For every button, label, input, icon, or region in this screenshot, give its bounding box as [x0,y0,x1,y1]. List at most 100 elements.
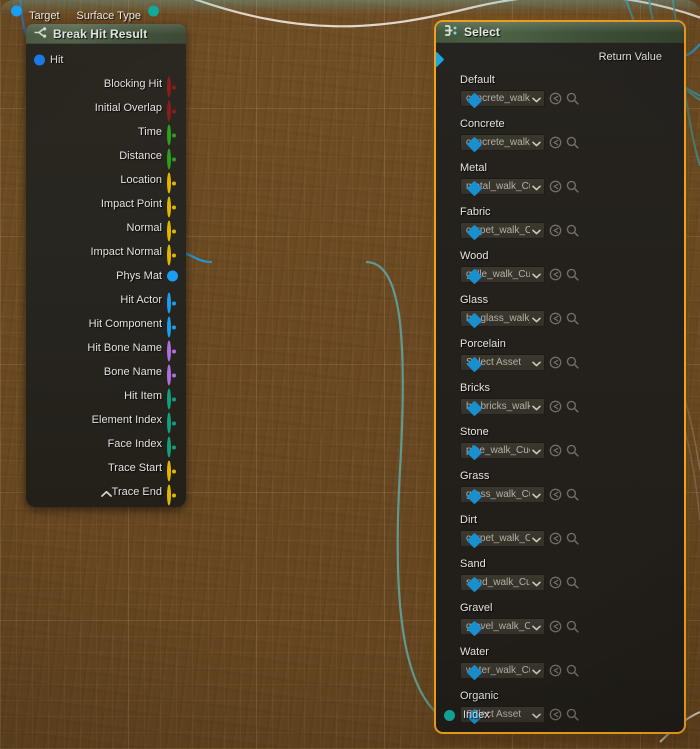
use-selected-asset-icon[interactable] [549,444,562,457]
browse-to-asset-icon[interactable] [566,620,579,633]
break-hit-result-output-row: Blocking Hit [26,72,186,98]
use-selected-asset-icon[interactable] [549,400,562,413]
node-select-header[interactable]: Select [436,22,684,43]
use-selected-asset-icon[interactable] [549,620,562,633]
vector-pin[interactable] [167,172,178,194]
surface-type-output-side: Surface Type [76,5,159,22]
use-selected-asset-icon[interactable] [549,312,562,325]
object-pin[interactable] [167,316,178,338]
float-pin[interactable] [167,124,178,146]
pin-label: Hit Actor [120,294,162,306]
int-pin[interactable] [167,436,178,458]
surface-type-pin[interactable] [148,5,159,16]
pin-label: Hit Bone Name [87,342,162,354]
chevron-down-icon [532,487,541,502]
index-pin[interactable] [444,709,455,721]
pin-label: Initial Overlap [94,102,162,114]
target-pin[interactable] [11,5,22,16]
break-hit-result-outputs: Blocking Hit Initial Overlap Time Distance L… [26,72,186,506]
chevron-up-icon[interactable] [26,486,186,502]
browse-to-asset-icon[interactable] [566,576,579,589]
use-selected-asset-icon[interactable] [549,180,562,193]
browse-to-asset-icon[interactable] [566,532,579,545]
use-selected-asset-icon[interactable] [549,708,562,721]
pin-label: Distance [119,150,162,162]
browse-to-asset-icon[interactable] [566,92,579,105]
select-option-label: Water [460,646,489,658]
name-pin[interactable] [167,340,178,362]
use-selected-asset-icon[interactable] [549,488,562,501]
select-option-row: Glass br_glass_walk_ [436,293,684,337]
select-option-row: Default concrete_walk_ [436,73,684,117]
vector-pin[interactable] [167,244,178,266]
pin-label: Bone Name [103,366,162,378]
float-pin[interactable] [167,148,178,170]
blueprint-graph-canvas[interactable]: Break Hit Result Hit Blocking Hit Initial… [0,0,700,749]
chevron-down-icon [532,399,541,414]
asset-picker-controls: carpet_walk_Cu [460,222,684,239]
use-selected-asset-icon[interactable] [549,224,562,237]
break-hit-result-output-row: Hit Component [26,312,186,338]
chevron-down-icon [532,135,541,150]
surface-type-label: Surface Type [76,10,141,22]
asset-picker-controls: gravel_walk_Cu [460,618,684,635]
int-pin[interactable] [167,388,178,410]
chevron-down-icon [532,355,541,370]
break-hit-result-output-row: Bone Name [26,360,186,386]
select-option-row: Porcelain Select Asset [436,337,684,381]
object-pin[interactable] [167,270,178,282]
select-option-label: Glass [460,294,489,306]
asset-picker-controls: concrete_walk_ [460,90,684,107]
browse-to-asset-icon[interactable] [566,268,579,281]
int-pin[interactable] [167,412,178,434]
use-selected-asset-icon[interactable] [549,136,562,149]
browse-to-asset-icon[interactable] [566,708,579,721]
bool-pin[interactable] [167,100,178,122]
break-hit-result-output-row: Hit Actor [26,288,186,314]
select-option-row: Grass grass_walk_Cu [436,469,684,513]
break-hit-result-output-row: Phys Mat [26,264,186,288]
use-selected-asset-icon[interactable] [549,532,562,545]
use-selected-asset-icon[interactable] [549,356,562,369]
browse-to-asset-icon[interactable] [566,444,579,457]
vector-pin[interactable] [167,196,178,218]
use-selected-asset-icon[interactable] [549,268,562,281]
browse-to-asset-icon[interactable] [566,488,579,501]
select-option-label: Gravel [460,602,493,614]
browse-to-asset-icon[interactable] [566,180,579,193]
node-select[interactable]: Select Return Value Default concrete_walk… [434,20,686,734]
object-pin[interactable] [167,292,178,314]
bool-pin[interactable] [167,76,178,98]
browse-to-asset-icon[interactable] [566,312,579,325]
vector-pin[interactable] [167,220,178,242]
asset-picker-controls: br_glass_walk_ [460,310,684,327]
select-return-row: Return Value [436,47,684,73]
select-node-icon [444,23,458,41]
use-selected-asset-icon[interactable] [549,92,562,105]
name-pin[interactable] [167,364,178,386]
chevron-down-icon [532,443,541,458]
chevron-down-icon [532,707,541,722]
break-hit-result-input-row: Hit [26,48,186,72]
node-break-hit-result-header[interactable]: Break Hit Result [26,24,186,44]
browse-to-asset-icon[interactable] [566,664,579,677]
browse-to-asset-icon[interactable] [566,400,579,413]
pin-label: Element Index [91,414,162,426]
browse-to-asset-icon[interactable] [566,136,579,149]
select-option-label: Wood [460,250,489,262]
node-break-hit-result[interactable]: Break Hit Result Hit Blocking Hit Initial… [26,24,186,507]
browse-to-asset-icon[interactable] [566,356,579,369]
pin-label: Phys Mat [116,270,162,282]
use-selected-asset-icon[interactable] [549,576,562,589]
break-hit-result-output-row: Impact Normal [26,240,186,266]
browse-to-asset-icon[interactable] [566,224,579,237]
chevron-down-icon [532,311,541,326]
select-option-label: Fabric [460,206,491,218]
pin-label: Impact Normal [90,246,162,258]
use-selected-asset-icon[interactable] [549,664,562,677]
pin-label: Time [137,126,162,138]
struct-pin[interactable] [34,54,45,66]
asset-picker-controls: sand_walk_Cue [460,574,684,591]
pin-label: Hit Component [88,318,162,330]
vector-pin[interactable] [167,460,178,482]
